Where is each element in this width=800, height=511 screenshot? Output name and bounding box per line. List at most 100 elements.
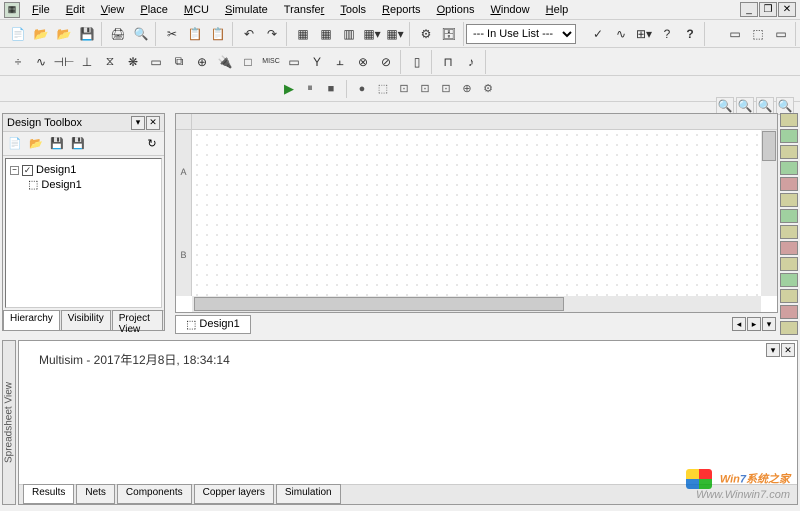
print-button[interactable]: 🖨 [107, 23, 129, 45]
tree-child-node[interactable]: ⬚ Design1 [10, 177, 157, 192]
close-button[interactable]: ✕ [778, 2, 796, 17]
new-file-button[interactable]: 📄 [7, 23, 29, 45]
tab-copper-layers[interactable]: Copper layers [194, 484, 274, 504]
misc-button[interactable]: MISC [260, 51, 282, 73]
4ch-scope-button[interactable] [780, 177, 798, 191]
save-button[interactable]: 💾 [76, 23, 98, 45]
distortion-analyzer-button[interactable] [780, 289, 798, 303]
electromech-button[interactable]: ⫠ [329, 51, 351, 73]
layout-button[interactable]: ⊞▾ [633, 23, 655, 45]
power-button[interactable]: □ [237, 51, 259, 73]
toggle-grid-button[interactable]: ▦ [292, 23, 314, 45]
toggle-border-button[interactable]: ▦ [315, 23, 337, 45]
misc-digital-button[interactable]: ⧉ [168, 51, 190, 73]
print-preview-button[interactable]: 🔍 [130, 23, 152, 45]
minimize-button[interactable]: _ [740, 2, 758, 17]
record-button[interactable]: ● [353, 80, 371, 98]
bus-button[interactable]: ⊓ [437, 51, 459, 73]
menu-reports[interactable]: Reports [374, 2, 429, 18]
indicator-button[interactable]: 🔌 [214, 51, 236, 73]
postprocess-button[interactable]: ▦▾ [384, 23, 406, 45]
hierarchical-button[interactable]: ▯ [406, 51, 428, 73]
tab-visibility[interactable]: Visibility [61, 310, 111, 330]
tree-checkbox[interactable]: ✓ [22, 165, 33, 176]
ttl-button[interactable]: ❋ [122, 51, 144, 73]
open-samples-button[interactable]: 📂 [53, 23, 75, 45]
open-design-button[interactable]: 📂 [26, 134, 46, 154]
connector-button[interactable]: ⊘ [375, 51, 397, 73]
menu-place[interactable]: Place [132, 2, 176, 18]
oscilloscope-button[interactable] [780, 161, 798, 175]
spreadsheet-close-button[interactable]: ✕ [781, 343, 795, 357]
new-design-button[interactable]: 📄 [5, 134, 25, 154]
save-design-button[interactable]: 💾 [47, 134, 67, 154]
junction-button[interactable]: ♪ [460, 51, 482, 73]
vertical-scrollbar[interactable] [761, 130, 777, 296]
tab-components[interactable]: Components [117, 484, 192, 504]
tab-results[interactable]: Results [23, 484, 74, 504]
word-generator-button[interactable] [780, 225, 798, 239]
spreadsheet-autohide-button[interactable]: ▾ [766, 343, 780, 357]
sim-settings-button[interactable]: ⊕ [458, 80, 476, 98]
sim-analysis-button[interactable]: ⚙ [479, 80, 497, 98]
3d-button[interactable]: ⬚ [747, 23, 769, 45]
run-button[interactable]: ▶ [280, 80, 298, 98]
analog-button[interactable]: ⧖ [99, 51, 121, 73]
tab-hierarchy[interactable]: Hierarchy [3, 310, 60, 330]
database-button[interactable]: 🗄 [438, 23, 460, 45]
canvas-grid[interactable] [192, 130, 761, 296]
menu-transfer[interactable]: Transfer [276, 2, 333, 18]
breakpoint-button[interactable]: ⊡ [437, 80, 455, 98]
step-over-button[interactable]: ⊡ [395, 80, 413, 98]
electrical-rules-button[interactable]: ✓ [587, 23, 609, 45]
network-analyzer-button[interactable] [780, 321, 798, 335]
tree-collapse-icon[interactable]: − [10, 166, 19, 175]
stop-button[interactable]: ■ [322, 80, 340, 98]
basic-button[interactable]: ∿ [30, 51, 52, 73]
menu-options[interactable]: Options [429, 2, 483, 18]
redo-button[interactable]: ↷ [261, 23, 283, 45]
menu-edit[interactable]: Edit [58, 2, 93, 18]
tab-nets[interactable]: Nets [76, 484, 115, 504]
horizontal-scrollbar[interactable] [192, 296, 761, 312]
spectrum-analyzer-button[interactable] [780, 305, 798, 319]
mcu-button[interactable]: ▭ [770, 23, 792, 45]
panel-autohide-button[interactable]: ▾ [131, 116, 145, 130]
breadboard-button[interactable]: ▭ [724, 23, 746, 45]
design-tree[interactable]: − ✓ Design1 ⬚ Design1 [5, 158, 162, 308]
tab-project-view[interactable]: Project View [112, 310, 163, 330]
menu-tools[interactable]: Tools [332, 2, 374, 18]
tab-next-button[interactable]: ▸ [747, 317, 761, 331]
source-button[interactable]: ÷ [7, 51, 29, 73]
schematic-canvas[interactable]: A B [175, 113, 778, 313]
pause-button[interactable]: ⏸ [301, 80, 319, 98]
menu-mcu[interactable]: MCU [176, 2, 217, 18]
component-wizard-button[interactable]: ⚙ [415, 23, 437, 45]
help-context-button[interactable]: ? [656, 23, 678, 45]
function-generator-button[interactable] [780, 129, 798, 143]
restore-button[interactable]: ❐ [759, 2, 777, 17]
iv-analyzer-button[interactable] [780, 273, 798, 287]
advanced-button[interactable]: ▭ [283, 51, 305, 73]
menu-file[interactable]: File [24, 2, 58, 18]
spreadsheet-view-button[interactable]: ▥ [338, 23, 360, 45]
menu-help[interactable]: Help [538, 2, 577, 18]
rf-button[interactable]: Y [306, 51, 328, 73]
logic-analyzer-button[interactable] [780, 241, 798, 255]
copy-button[interactable]: 📋 [184, 23, 206, 45]
help-button[interactable]: ? [679, 23, 701, 45]
menu-window[interactable]: Window [482, 2, 537, 18]
refresh-button[interactable]: ↻ [142, 134, 162, 154]
wattmeter-button[interactable] [780, 145, 798, 159]
logic-converter-button[interactable] [780, 257, 798, 271]
panel-close-button[interactable]: ✕ [146, 116, 160, 130]
in-use-list-combo[interactable]: --- In Use List --- [466, 24, 576, 44]
menu-simulate[interactable]: Simulate [217, 2, 276, 18]
open-button[interactable]: 📂 [30, 23, 52, 45]
ladder-button[interactable]: ⊗ [352, 51, 374, 73]
diode-button[interactable]: ⊣⊢ [53, 51, 75, 73]
paste-button[interactable]: 📋 [207, 23, 229, 45]
tab-prev-button[interactable]: ◂ [732, 317, 746, 331]
cut-button[interactable]: ✂ [161, 23, 183, 45]
mixed-button[interactable]: ⊕ [191, 51, 213, 73]
